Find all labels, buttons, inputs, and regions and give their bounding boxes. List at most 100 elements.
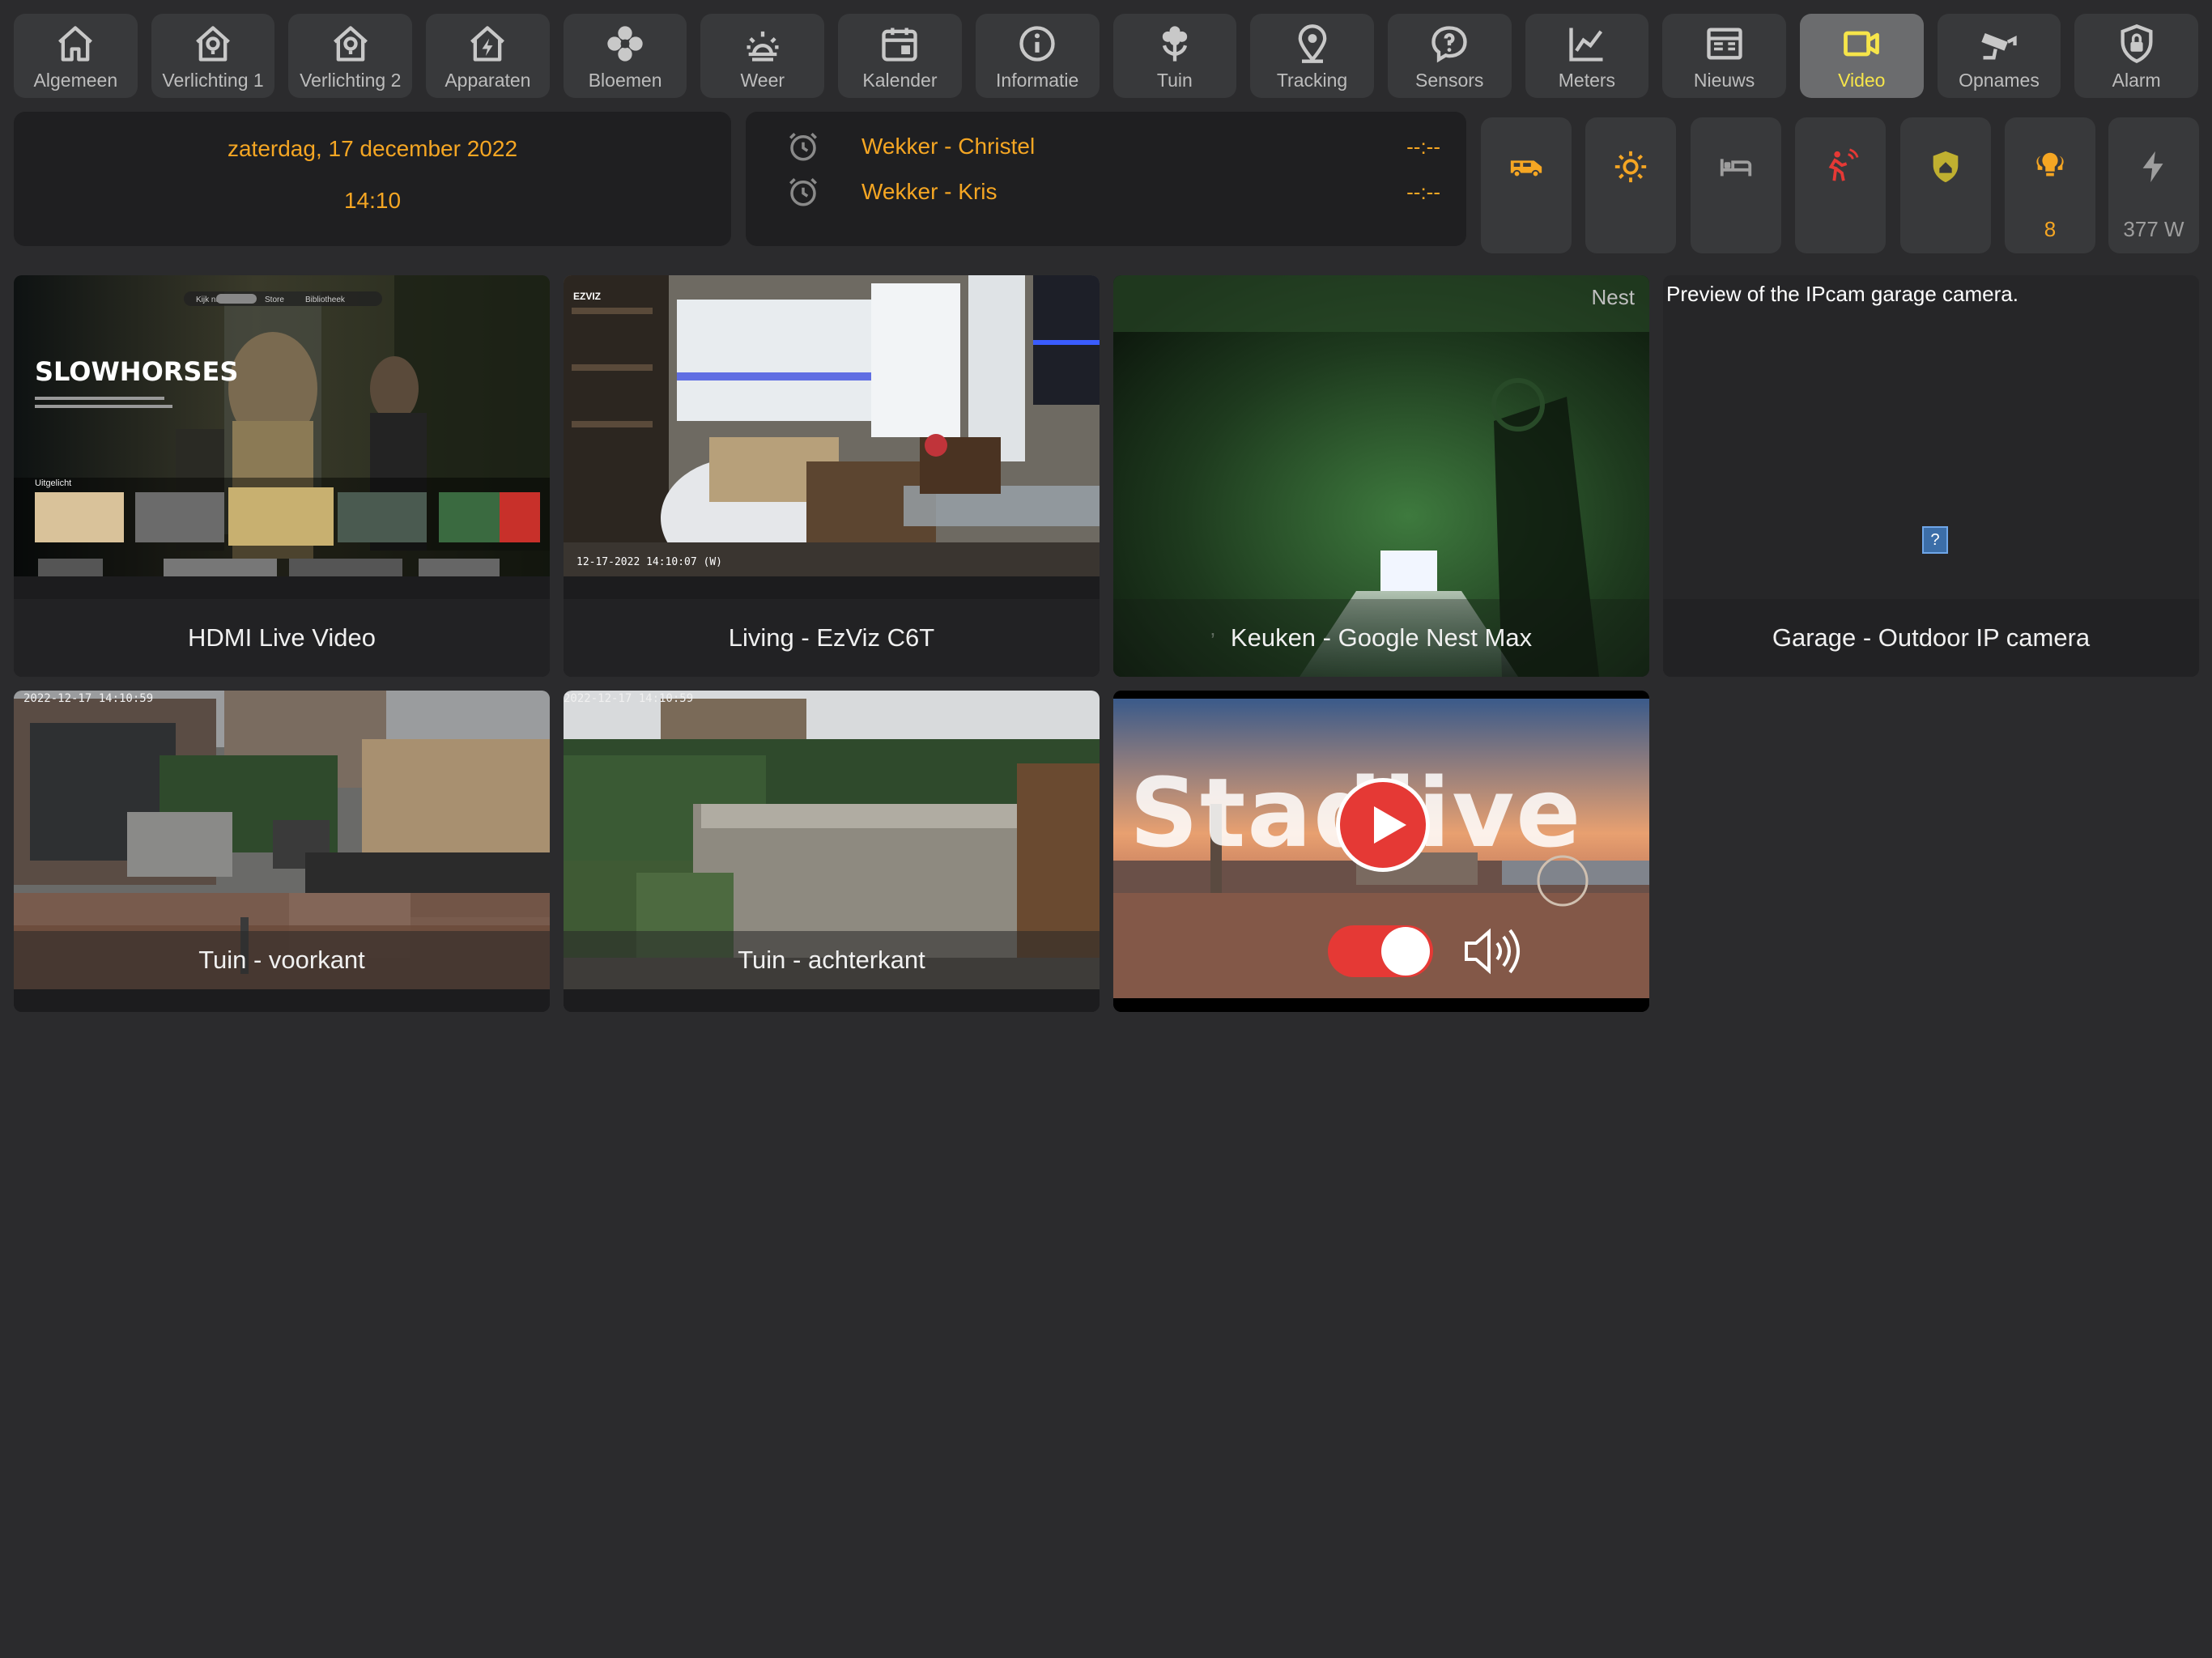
status-icon-wrap [1900, 148, 1991, 185]
tab-informatie[interactable]: Informatie [975, 14, 1100, 98]
shield-lock-icon [2121, 24, 2153, 64]
current-time: 14:10 [343, 188, 402, 213]
information-icon [1019, 26, 1055, 62]
tab-icon [1428, 23, 1470, 65]
chart-line-icon [1569, 28, 1603, 62]
status-tile-van[interactable] [1481, 117, 1572, 253]
alarm-icon-wrap [786, 175, 820, 209]
video-caption: Living - EzViz C6T [728, 623, 935, 652]
status-icon-wrap [1585, 148, 1676, 185]
tab-icon [2116, 23, 2158, 65]
home-lightning-icon [470, 26, 505, 62]
flower-tulip-icon [1162, 26, 1188, 62]
caption-bar: Tuin - achterkant [564, 931, 1100, 989]
status-tile-flash[interactable]: 377 W [2108, 117, 2199, 253]
tab-alarm[interactable]: Alarm [2074, 14, 2198, 98]
tab-kalender[interactable]: Kalender [838, 14, 962, 98]
tab-icon [192, 23, 234, 65]
play-button[interactable] [1336, 778, 1430, 872]
date-time-card: zaterdag, 17 december 2022 14:10 [14, 112, 731, 246]
caption-bar: Living - EzViz C6T [564, 599, 1100, 677]
status-tile-lightbulb-group[interactable]: 8 [2005, 117, 2095, 253]
stadlive-stream-tile[interactable]: Stadlive [1113, 691, 1649, 1012]
video-caption: Garage - Outdoor IP camera [1772, 623, 2091, 652]
hdmi-video-feed[interactable]: Kijk nu Store Bibliotheek SLOWHORSES Uit… [14, 275, 550, 576]
alarm-clock-card: Wekker - Christel --:-- Wekker - Kris --:-- [746, 112, 1466, 246]
tab-meters[interactable]: Meters [1525, 14, 1649, 98]
tab-icon [1840, 23, 1882, 65]
tab-label: Meters [1558, 70, 1616, 91]
tab-icon [878, 23, 921, 65]
caption-bar: Garage - Outdoor IP camera [1663, 599, 2199, 677]
tab-label: Tracking [1276, 70, 1348, 91]
tab-icon [604, 23, 646, 65]
tab-sensors[interactable]: Sensors [1387, 14, 1512, 98]
living-video-feed[interactable]: EZVIZ 12-17-2022 14:10:07 (W) [564, 275, 1100, 576]
stream-toggle[interactable] [1328, 925, 1433, 977]
garden-back-camera-tile[interactable]: 2022-12-17 14:10:59 Tuin - achterkant [564, 691, 1100, 1012]
cctv-icon [1981, 33, 2017, 60]
tab-label: Tuin [1156, 70, 1193, 91]
tab-label: Sensors [1415, 70, 1484, 91]
tab-verlichting-1[interactable]: Verlichting 1 [151, 14, 275, 98]
status-value: 377 W [2123, 217, 2184, 241]
flash-icon [2142, 151, 2163, 183]
alarm-time: --:-- [1406, 179, 1440, 204]
tab-apparaten[interactable]: Apparaten [426, 14, 550, 98]
status-tile-shield-home[interactable] [1900, 117, 1991, 253]
tab-opnames[interactable]: Opnames [1937, 14, 2061, 98]
tab-label: Verlichting 2 [300, 70, 402, 91]
garage-preview-alt-text: Preview of the IPcam garage camera. [1666, 282, 2018, 306]
garage-camera-tile[interactable]: Preview of the IPcam garage camera. ? Ga… [1663, 275, 2199, 677]
tab-label: Apparaten [445, 70, 531, 91]
calendar-icon [882, 28, 918, 62]
garden-front-camera-tile[interactable]: 2022-12-17 14:10:59 Tuin - voorkant [14, 691, 550, 1012]
video-caption: Tuin - voorkant [198, 946, 365, 974]
tab-tracking[interactable]: Tracking [1250, 14, 1374, 98]
living-camera-tile[interactable]: EZVIZ 12-17-2022 14:10:07 (W) Living - E… [564, 275, 1100, 677]
living-timestamp: 12-17-2022 14:10:07 (W) [576, 556, 722, 568]
alarm-time: --:-- [1406, 134, 1440, 159]
tab-bloemen[interactable]: Bloemen [563, 14, 687, 98]
alarm-name: Wekker - Christel [861, 134, 1036, 159]
status-tile-sun[interactable] [1585, 117, 1676, 253]
video-caption: Keuken - Google Nest Max [1230, 623, 1533, 652]
nest-badge: Nest [1591, 285, 1635, 309]
tab-tuin[interactable]: Tuin [1112, 14, 1237, 98]
alarm-icon-wrap [786, 130, 820, 164]
tab-verlichting-2[interactable]: Verlichting 2 [288, 14, 413, 98]
alarm-clock-icon [789, 133, 817, 161]
tab-label: Bloemen [588, 70, 662, 91]
hdmi-show-title: SLOWHORSES [35, 356, 238, 387]
tab-nieuws[interactable]: Nieuws [1662, 14, 1786, 98]
map-marker-icon [1298, 24, 1326, 63]
tab-icon [1016, 23, 1058, 65]
status-icon-wrap [1481, 148, 1572, 185]
video-caption: Tuin - achterkant [738, 946, 925, 974]
status-tile-bed[interactable] [1691, 117, 1781, 253]
flower-icon [607, 26, 643, 62]
van-icon [1510, 160, 1542, 178]
kitchen-camera-tile[interactable]: ’ Nest Keuken - Google Nest Max [1113, 275, 1649, 677]
tab-icon [742, 23, 784, 65]
tab-weer[interactable]: Weer [700, 14, 825, 98]
tile-footer [564, 989, 1100, 1012]
tab-algemeen[interactable]: Algemeen [14, 14, 138, 98]
alarm-row[interactable]: Wekker - Christel --:-- [746, 126, 1466, 167]
alarm-row[interactable]: Wekker - Kris --:-- [746, 172, 1466, 212]
garden-back-timestamp: 2022-12-17 14:10:59 [564, 692, 693, 705]
volume-icon[interactable] [1461, 925, 1526, 977]
hdmi-live-video-tile[interactable]: Kijk nu Store Bibliotheek SLOWHORSES Uit… [14, 275, 550, 677]
toggle-knob [1381, 927, 1430, 976]
home-lightbulb-icon [333, 26, 368, 62]
newspaper-icon [1706, 28, 1742, 60]
top-navigation: Algemeen Verlichting 1 Verlichting 2 Appara… [14, 14, 2198, 98]
alarm-name: Wekker - Kris [861, 179, 998, 204]
video-camera-icon [1844, 31, 1880, 57]
tab-label: Algemeen [33, 70, 118, 91]
sun-icon [1614, 151, 1647, 183]
tab-video[interactable]: Video [1799, 14, 1924, 98]
lightbulb-group-icon [2036, 152, 2064, 176]
status-tile-motion-sensor[interactable] [1795, 117, 1886, 253]
broken-image-icon: ? [1922, 526, 1948, 554]
